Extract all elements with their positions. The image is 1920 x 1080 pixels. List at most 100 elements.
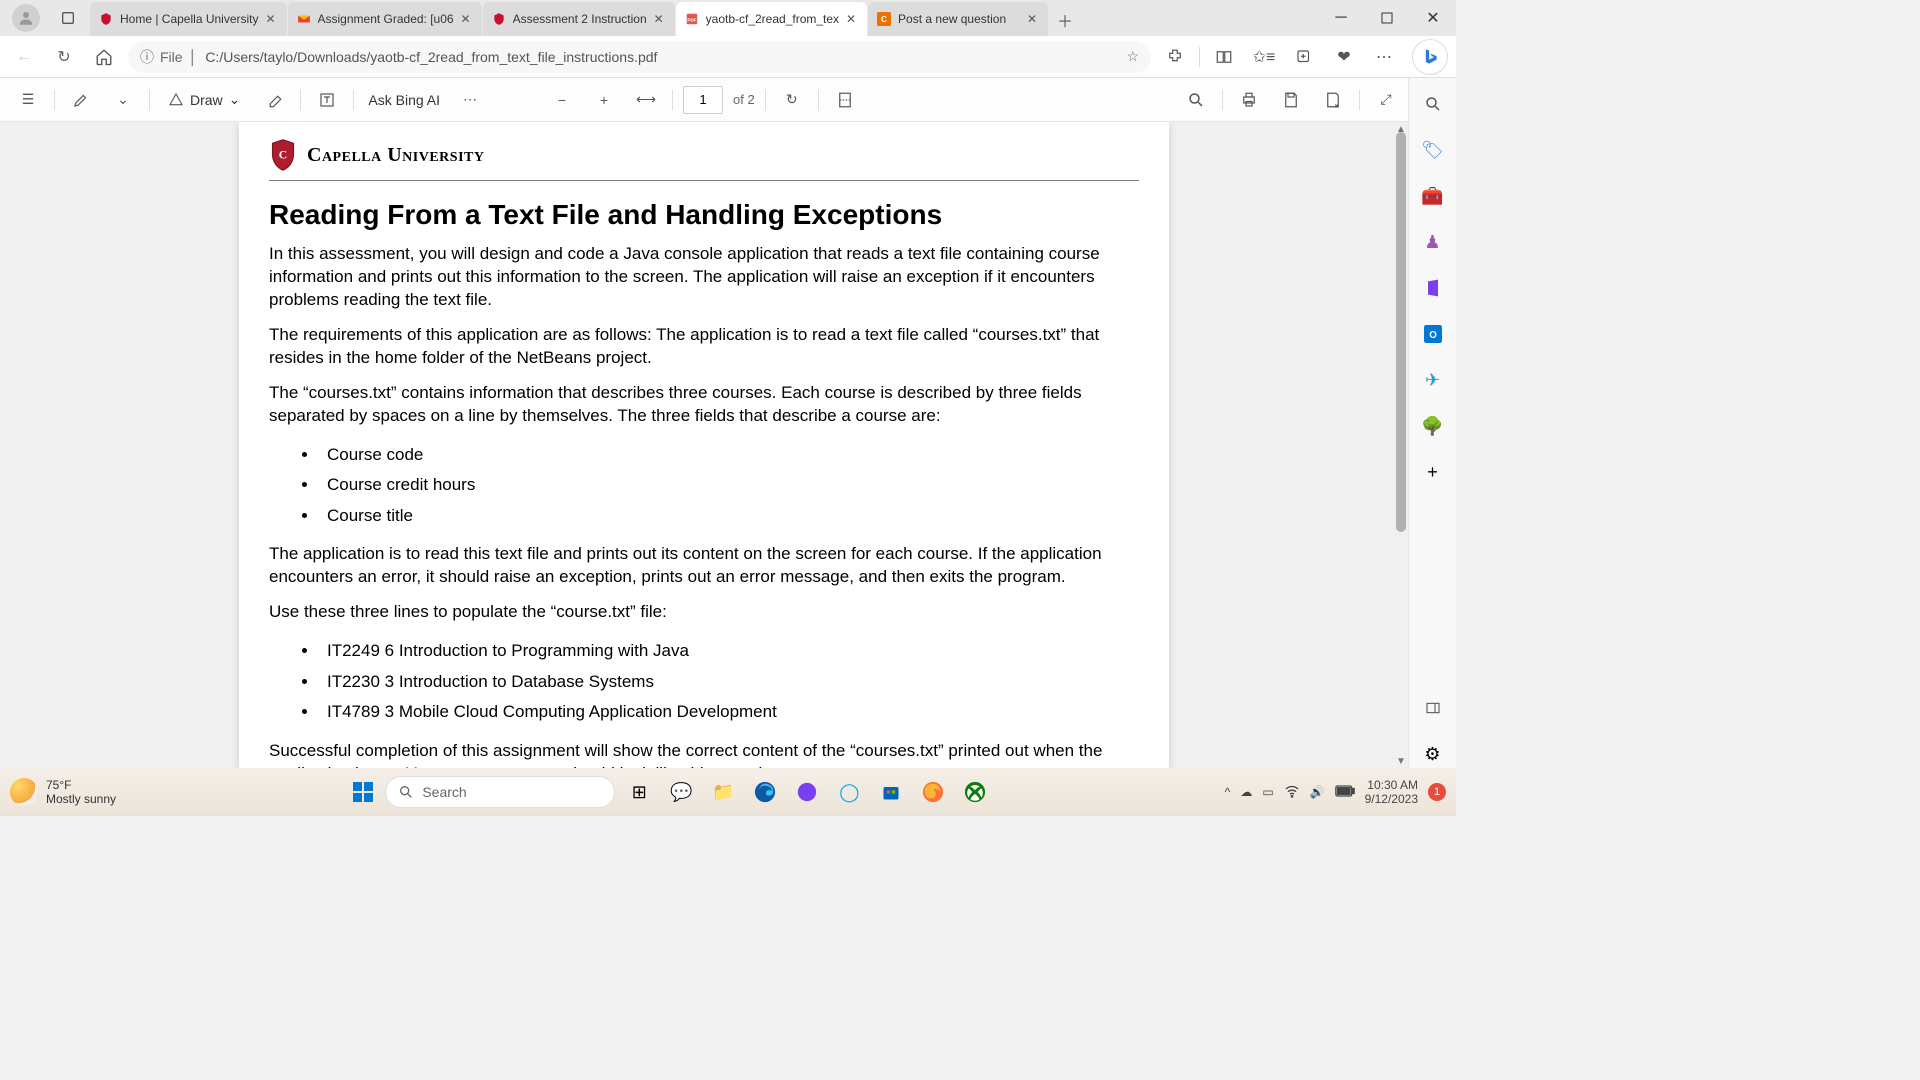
scroll-thumb[interactable] — [1396, 132, 1406, 532]
minimize-button[interactable]: ─ — [1318, 0, 1364, 36]
favorites-icon[interactable]: ✩≡ — [1248, 41, 1280, 73]
taskbar-search[interactable]: Search — [385, 776, 615, 808]
profile-icon[interactable] — [12, 4, 40, 32]
draw-button[interactable]: Draw ⌄ — [160, 91, 248, 108]
clock[interactable]: 10:30 AM 9/12/2023 — [1365, 778, 1418, 807]
zoom-out-button[interactable]: − — [546, 84, 578, 116]
paragraph: The “courses.txt” contains information t… — [269, 382, 1139, 428]
close-icon[interactable]: ✕ — [843, 11, 859, 27]
tools-icon[interactable]: 🧰 — [1419, 182, 1447, 210]
store-icon[interactable] — [873, 774, 909, 810]
rotate-icon[interactable]: ↻ — [776, 84, 808, 116]
tray-app-icon[interactable]: ▭ — [1262, 785, 1273, 799]
zoom-in-button[interactable]: + — [588, 84, 620, 116]
shopping-icon[interactable]: 🏷 — [1419, 136, 1447, 164]
ask-bing-button[interactable]: Ask Bing AI — [364, 92, 444, 108]
plus-icon[interactable]: + — [1419, 458, 1447, 486]
print-icon[interactable] — [1233, 84, 1265, 116]
games-icon[interactable]: ♟ — [1419, 228, 1447, 256]
url-field[interactable]: ⓘ File │ C:/Users/taylo/Downloads/yaotb-… — [128, 41, 1151, 73]
onedrive-icon[interactable]: ☁ — [1240, 785, 1252, 799]
pdf-toolbar: ☰ ⌄ Draw ⌄ Ask Bing AI ⋯ − + ⟷ of 2 ↻ ⤢ … — [0, 78, 1456, 122]
url-scheme: File — [160, 49, 183, 65]
svg-text:PDF: PDF — [687, 17, 696, 22]
more-icon[interactable]: ⋯ — [1368, 41, 1400, 73]
task-view-icon[interactable]: ⊞ — [621, 774, 657, 810]
collections-icon[interactable] — [1288, 41, 1320, 73]
microsoft365-icon[interactable] — [1419, 274, 1447, 302]
home-button[interactable] — [88, 41, 120, 73]
tab-gmail[interactable]: Assignment Graded: [u06 ✕ — [288, 2, 482, 36]
chevron-down-icon[interactable]: ⌄ — [107, 84, 139, 116]
tab-chegg[interactable]: C Post a new question ✕ — [868, 2, 1048, 36]
explorer-icon[interactable]: 📁 — [705, 774, 741, 810]
close-icon[interactable]: ✕ — [458, 11, 474, 27]
more-tools-icon[interactable]: ⋯ — [454, 84, 486, 116]
page-number-input[interactable] — [683, 86, 723, 114]
field-list: Course code Course credit hours Course t… — [319, 440, 1139, 532]
tab-actions-icon[interactable] — [52, 2, 84, 34]
search-placeholder: Search — [422, 784, 466, 800]
text-icon[interactable] — [311, 84, 343, 116]
edge-sidebar: 🏷 🧰 ♟ O ✈ 🌳 + ⚙ — [1408, 78, 1456, 768]
notification-badge[interactable]: 1 — [1428, 783, 1446, 801]
url-text: C:/Users/taylo/Downloads/yaotb-cf_2read_… — [205, 49, 1118, 65]
cortana-icon[interactable]: ◯ — [831, 774, 867, 810]
weather-icon — [10, 778, 38, 806]
weather-widget[interactable]: 75°F Mostly sunny — [10, 778, 116, 807]
svg-text:C: C — [881, 15, 887, 24]
copilot-icon[interactable] — [789, 774, 825, 810]
bing-sidebar-button[interactable] — [1412, 39, 1448, 75]
close-window-button[interactable]: ✕ — [1410, 0, 1456, 36]
contents-icon[interactable]: ☰ — [12, 84, 44, 116]
site-info-icon[interactable]: ⓘ File │ — [140, 47, 197, 67]
tab-assessment[interactable]: Assessment 2 Instruction ✕ — [483, 2, 675, 36]
page-view-icon[interactable] — [829, 84, 861, 116]
tray-chevron-icon[interactable]: ^ — [1225, 785, 1231, 799]
start-button[interactable] — [347, 776, 379, 808]
close-icon[interactable]: ✕ — [1024, 11, 1040, 27]
xbox-icon[interactable] — [957, 774, 993, 810]
chat-icon[interactable]: 💬 — [663, 774, 699, 810]
erase-icon[interactable] — [258, 84, 290, 116]
outlook-icon[interactable]: O — [1419, 320, 1447, 348]
hide-sidebar-icon[interactable] — [1419, 694, 1447, 722]
list-item: Course code — [319, 440, 1139, 471]
back-button[interactable]: ← — [8, 41, 40, 73]
weather-desc: Mostly sunny — [46, 792, 116, 806]
drop-icon[interactable]: ✈ — [1419, 366, 1447, 394]
close-icon[interactable]: ✕ — [651, 11, 667, 27]
volume-icon[interactable]: 🔊 — [1310, 785, 1325, 799]
refresh-button[interactable]: ↻ — [48, 41, 80, 73]
tab-pdf-active[interactable]: PDF yaotb-cf_2read_from_tex ✕ — [676, 2, 867, 36]
tab-title: Assessment 2 Instruction — [513, 12, 647, 26]
close-icon[interactable]: ✕ — [263, 11, 279, 27]
time: 10:30 AM — [1367, 778, 1418, 792]
extensions-icon[interactable] — [1159, 41, 1191, 73]
fullscreen-icon[interactable]: ⤢ — [1370, 84, 1402, 116]
tab-strip: Home | Capella University ✕ Assignment G… — [90, 0, 1318, 36]
sidebar-settings-icon[interactable]: ⚙ — [1419, 740, 1447, 768]
edge-icon[interactable] — [747, 774, 783, 810]
highlight-icon[interactable] — [65, 84, 97, 116]
browser-essentials-icon[interactable]: ❤ — [1328, 41, 1360, 73]
find-icon[interactable] — [1180, 84, 1212, 116]
firefox-icon[interactable] — [915, 774, 951, 810]
list-item: IT2249 6 Introduction to Programming wit… — [319, 636, 1139, 667]
wifi-icon[interactable] — [1284, 783, 1300, 802]
battery-icon[interactable] — [1335, 785, 1355, 800]
search-icon[interactable] — [1419, 90, 1447, 118]
date: 9/12/2023 — [1365, 792, 1418, 806]
save-as-icon[interactable] — [1317, 84, 1349, 116]
favorite-icon[interactable]: ☆ — [1126, 48, 1139, 65]
tree-icon[interactable]: 🌳 — [1419, 412, 1447, 440]
split-screen-icon[interactable] — [1208, 41, 1240, 73]
fit-width-icon[interactable]: ⟷ — [630, 84, 662, 116]
pdf-icon: PDF — [684, 11, 700, 27]
tab-capella-home[interactable]: Home | Capella University ✕ — [90, 2, 287, 36]
scroll-down-icon[interactable]: ▼ — [1394, 754, 1408, 768]
new-tab-button[interactable]: ＋ — [1049, 4, 1081, 36]
maximize-button[interactable] — [1364, 0, 1410, 36]
scrollbar[interactable]: ▲ ▼ — [1394, 122, 1408, 768]
save-icon[interactable] — [1275, 84, 1307, 116]
